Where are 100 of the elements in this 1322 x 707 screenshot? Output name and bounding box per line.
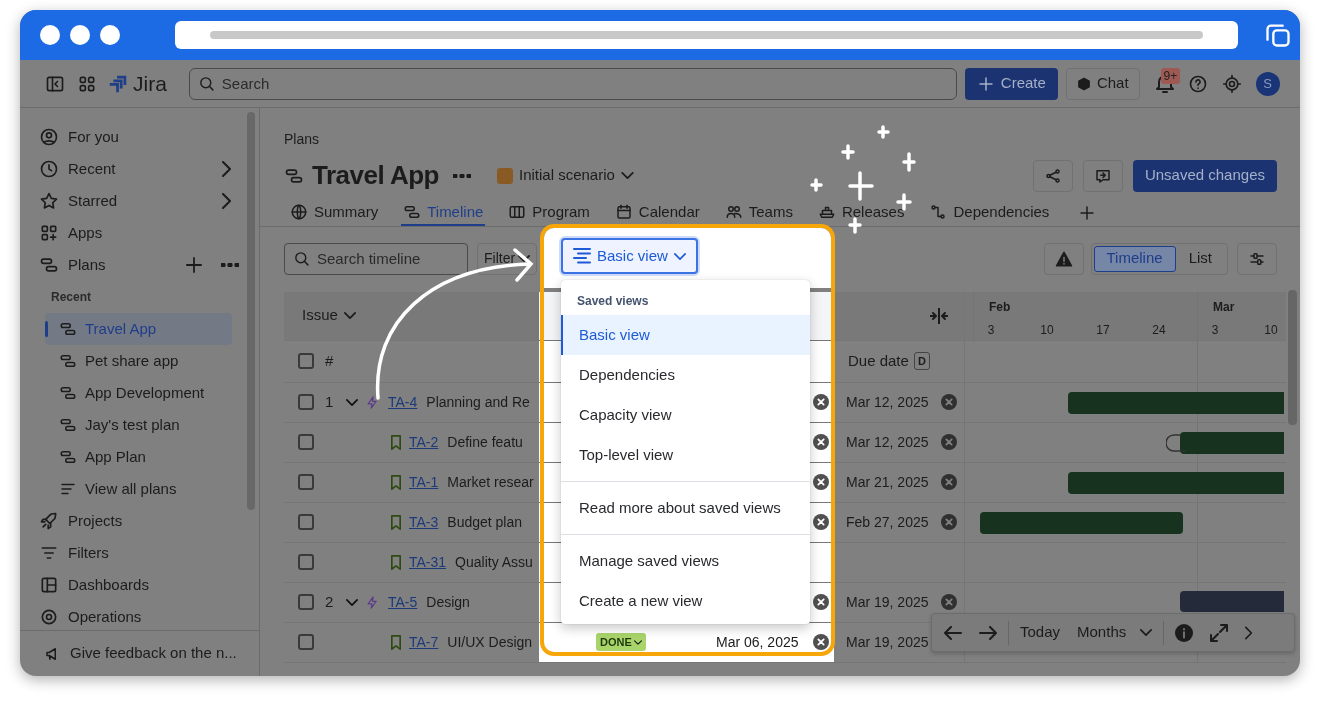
clear-icon[interactable] — [813, 514, 829, 530]
scale-dropdown[interactable]: Months — [1071, 617, 1159, 648]
sidebar-item[interactable]: Plans — [20, 249, 259, 281]
avatar[interactable]: S — [1255, 71, 1280, 96]
menu-item[interactable]: Top-level view — [561, 435, 810, 475]
warnings-button[interactable] — [1043, 242, 1084, 275]
search-field[interactable]: Search timeline — [284, 242, 468, 275]
issue-key-link[interactable]: TA-7 — [409, 631, 439, 653]
menu-item[interactable]: Read more about saved views — [561, 488, 810, 528]
sidebar-item[interactable]: Starred — [20, 185, 259, 217]
bookmark-icon — [391, 474, 401, 490]
window-control[interactable] — [70, 25, 90, 45]
timeline-bar[interactable] — [1068, 471, 1284, 494]
sidebar-item[interactable]: App Plan — [45, 441, 232, 473]
sidebar-item[interactable]: Dashboards — [20, 569, 259, 601]
menu-item[interactable]: Basic view — [561, 315, 810, 355]
clear-icon[interactable] — [813, 394, 829, 410]
tab[interactable]: Teams — [722, 200, 795, 226]
scenario-dropdown[interactable]: Initial scenario — [490, 160, 640, 191]
issue-column-header[interactable]: Issue — [296, 300, 362, 331]
checkbox[interactable] — [298, 554, 314, 570]
today-button[interactable]: Today — [1014, 617, 1067, 648]
timeline-bar[interactable] — [1180, 590, 1284, 612]
clear-icon[interactable] — [813, 434, 829, 450]
checkbox[interactable] — [298, 394, 314, 410]
month-label: Mar — [1213, 298, 1235, 316]
feedback-link[interactable]: Give feedback on the n... — [20, 630, 259, 676]
timeline-bar[interactable] — [1180, 431, 1284, 454]
clear-icon[interactable] — [941, 474, 957, 490]
clear-icon[interactable] — [813, 474, 829, 490]
checkbox[interactable] — [298, 474, 314, 490]
timeline-bar[interactable] — [1068, 391, 1284, 414]
clear-icon[interactable] — [941, 434, 957, 450]
status-lozenge[interactable]: DONE — [596, 632, 646, 652]
checkbox[interactable] — [298, 594, 314, 610]
tab[interactable]: Calendar — [612, 200, 702, 226]
menu-item[interactable]: Create a new view — [561, 581, 810, 621]
unsaved-changes-button[interactable]: Unsaved changes — [1132, 159, 1277, 192]
search-field[interactable]: Search — [188, 67, 957, 100]
view-toggle[interactable]: List — [1175, 245, 1225, 272]
chevron-down-icon[interactable] — [346, 598, 358, 606]
menu-item[interactable]: Manage saved views — [561, 541, 810, 581]
filter-button[interactable]: Filter — [477, 242, 538, 275]
chevron-down-icon[interactable] — [346, 398, 358, 406]
plus-icon — [1078, 204, 1097, 222]
arrow-right-icon — [979, 625, 997, 640]
timeline-bar[interactable] — [980, 511, 1183, 534]
sidebar-item[interactable]: Filters — [20, 537, 259, 569]
tab[interactable]: Releases — [815, 200, 907, 226]
issue-key-link[interactable]: TA-31 — [409, 551, 447, 573]
tab[interactable]: Summary — [288, 200, 381, 226]
sidebar-item[interactable]: Projects — [20, 505, 259, 537]
clear-icon[interactable] — [941, 594, 957, 610]
notifications-button[interactable]: 9+ — [1149, 67, 1184, 100]
sidebar-item[interactable]: Operations — [20, 601, 259, 630]
checkbox[interactable] — [298, 434, 314, 450]
view-dropdown-button[interactable]: Basic view — [561, 238, 698, 274]
dependencies-icon — [929, 203, 948, 221]
issue-key-link[interactable]: TA-4 — [388, 391, 418, 413]
clear-icon[interactable] — [813, 594, 829, 610]
checkbox[interactable] — [298, 514, 314, 530]
plus-icon — [186, 257, 202, 273]
sidebar-item[interactable]: App Development — [45, 377, 232, 409]
sidebar-item[interactable]: Travel App — [45, 313, 232, 345]
breadcrumb-link[interactable]: Plans — [284, 130, 320, 148]
scenario-swatch — [496, 167, 513, 184]
search-icon — [293, 250, 310, 267]
plus-icon — [976, 74, 995, 93]
window-control[interactable] — [100, 25, 120, 45]
clear-icon[interactable] — [941, 514, 957, 530]
create-button[interactable]: Create — [964, 67, 1058, 100]
sidebar-item[interactable]: Recent — [20, 153, 259, 185]
sidebar-item[interactable]: Pet share app — [45, 345, 232, 377]
sidebar-item[interactable]: For you — [20, 121, 259, 153]
scrollbar[interactable] — [1288, 290, 1297, 425]
checkbox[interactable] — [298, 353, 314, 369]
issue-key-link[interactable]: TA-3 — [409, 511, 439, 533]
chat-button[interactable]: Chat — [1065, 67, 1140, 100]
scrollbar[interactable] — [247, 112, 255, 510]
share-button[interactable] — [1032, 159, 1073, 192]
tab[interactable]: Timeline — [401, 200, 486, 226]
menu-item[interactable]: Dependencies — [561, 355, 810, 395]
checkbox[interactable] — [298, 634, 314, 650]
chevron-right-icon — [1245, 625, 1254, 640]
tab[interactable]: Dependencies — [927, 200, 1052, 226]
clear-icon[interactable] — [941, 394, 957, 410]
clear-icon[interactable] — [813, 634, 829, 650]
window-control[interactable] — [40, 25, 60, 45]
view-settings-button[interactable] — [1237, 242, 1277, 275]
sidebar-item[interactable]: View all plans — [45, 473, 232, 505]
sidebar-item[interactable]: Jay's test plan — [45, 409, 232, 441]
issue-key-link[interactable]: TA-1 — [409, 471, 439, 493]
menu-item[interactable]: Capacity view — [561, 395, 810, 435]
view-toggle[interactable]: Timeline — [1093, 245, 1176, 272]
plan-icon — [59, 384, 77, 402]
feedback-button[interactable] — [1082, 159, 1123, 192]
tab[interactable]: Program — [506, 200, 592, 226]
issue-key-link[interactable]: TA-5 — [388, 591, 418, 613]
sidebar-item[interactable]: Apps — [20, 217, 259, 249]
issue-key-link[interactable]: TA-2 — [409, 431, 439, 453]
